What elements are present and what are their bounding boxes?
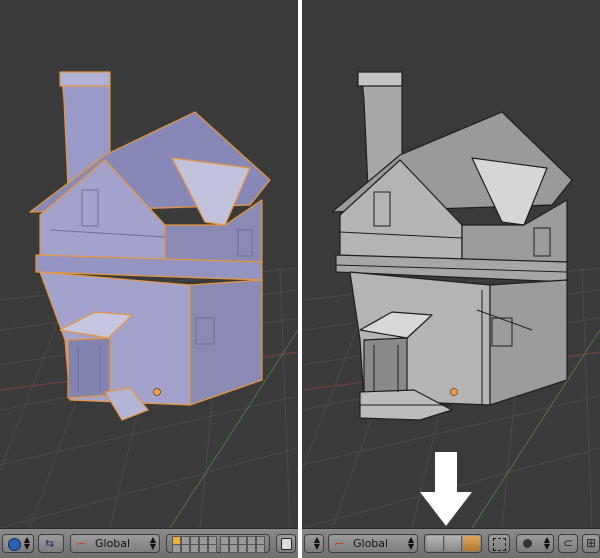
face-select-icon[interactable] <box>463 536 480 551</box>
manipulator-icon: ⇆ <box>45 537 55 550</box>
orientation-icon: ⌐ <box>76 537 87 551</box>
proportional-edit-icon <box>523 539 532 548</box>
chevron-updown-icon: ▲ ▼ <box>407 535 414 551</box>
vertex-select-icon[interactable] <box>427 536 444 551</box>
snap-icon: ⊂ <box>563 536 574 550</box>
chevron-updown-icon: ▲ ▼ <box>543 535 550 551</box>
chevron-updown-icon: ▲ ▼ <box>149 535 156 551</box>
transform-orientation-value: Global <box>353 537 389 550</box>
snap-element-button[interactable]: ⊞ <box>582 534 600 553</box>
proportional-edit-dropdown[interactable]: ▲ ▼ <box>516 534 554 553</box>
transform-orientation-dropdown[interactable]: ⌐ Global ▲ ▼ <box>328 534 418 553</box>
lock-camera-button[interactable] <box>276 534 296 553</box>
layer-16-button[interactable] <box>220 544 229 553</box>
mesh-select-mode-group <box>424 534 482 553</box>
object-origin-dot <box>153 388 161 396</box>
limit-selection-button[interactable] <box>488 534 510 553</box>
edge-select-icon[interactable] <box>445 536 462 551</box>
chevron-updown-icon: ▲ ▼ <box>23 535 30 551</box>
left-3d-viewport[interactable]: ▲ ▼ ⇆ ⌐ Global ▲ ▼ <box>0 0 298 558</box>
layer-18-button[interactable] <box>238 544 247 553</box>
layer-19-button[interactable] <box>247 544 256 553</box>
layer-15-button[interactable] <box>208 544 217 553</box>
limit-selection-icon <box>493 538 506 551</box>
layer-14-button[interactable] <box>199 544 208 553</box>
snap-button[interactable]: ⊂ <box>558 534 578 553</box>
transform-orientation-value: Global <box>95 537 131 550</box>
manipulator-toggle[interactable]: ⇆ <box>38 534 64 553</box>
layer-17-button[interactable] <box>229 544 238 553</box>
snap-element-icon: ⊞ <box>586 536 597 550</box>
chevron-updown-icon: ▲ ▼ <box>313 535 320 551</box>
pivot-icon <box>8 538 21 551</box>
right-viewport-header: ▲ ▼ ⌐ Global ▲ ▼ ▲ ▼ ⊂ ⊞ <box>302 528 600 558</box>
house-model-edit[interactable] <box>331 71 573 421</box>
left-viewport-header: ▲ ▼ ⇆ ⌐ Global ▲ ▼ <box>0 528 298 558</box>
screenshot: ▲ ▼ ⇆ ⌐ Global ▲ ▼ ▲ ▼ ⌐ Global ▲ ▼ ▲ ▼ … <box>0 0 600 558</box>
layer-12-button[interactable] <box>181 544 190 553</box>
layer-13-button[interactable] <box>190 544 199 553</box>
lock-icon <box>281 538 292 550</box>
object-origin-dot <box>450 388 458 396</box>
right-viewport-canvas[interactable] <box>302 0 600 528</box>
pivot-point-dropdown[interactable]: ▲ ▼ <box>2 534 34 553</box>
layer-11-button[interactable] <box>172 544 181 553</box>
layer-20-button[interactable] <box>256 544 265 553</box>
right-3d-viewport[interactable]: ▲ ▼ ⌐ Global ▲ ▼ ▲ ▼ ⊂ ⊞ <box>302 0 600 558</box>
layers-grid[interactable] <box>166 534 270 553</box>
orientation-icon: ⌐ <box>334 537 345 551</box>
left-viewport-canvas[interactable] <box>0 0 298 528</box>
transform-orientation-dropdown[interactable]: ⌐ Global ▲ ▼ <box>70 534 160 553</box>
pivot-point-dropdown[interactable]: ▲ ▼ <box>304 534 324 553</box>
house-model-selected[interactable] <box>29 71 271 421</box>
